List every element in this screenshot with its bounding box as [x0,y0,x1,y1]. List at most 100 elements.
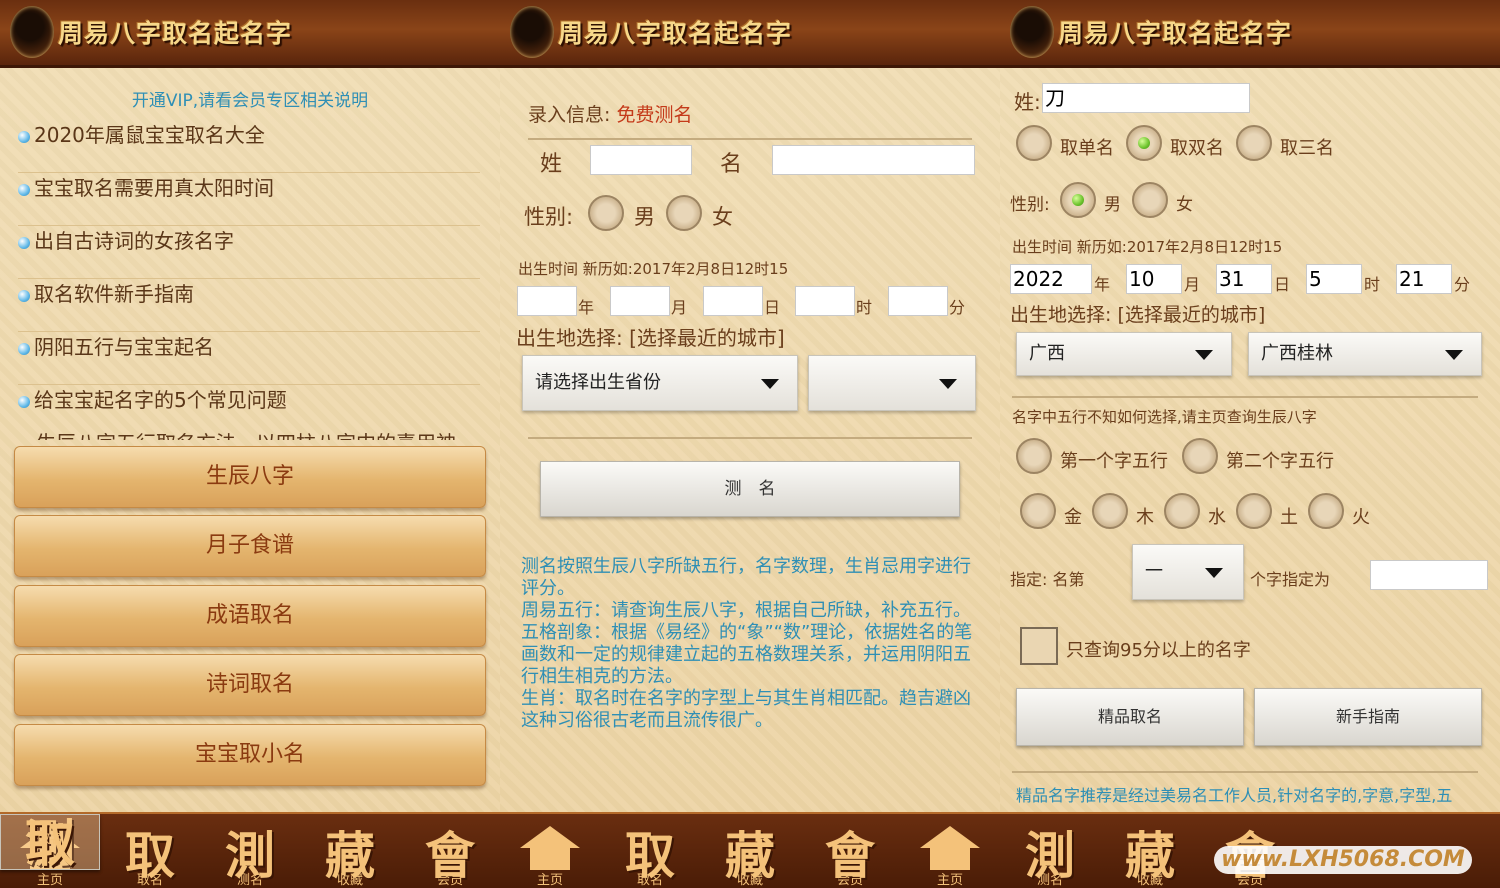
article-item[interactable]: 阴阳五行与宝宝起名 [18,332,480,385]
idiom-naming-button[interactable]: 成语取名 [14,585,486,647]
first-char-wuxing-radio[interactable] [1016,438,1052,474]
nav-test-name[interactable]: 測测名 [200,814,300,888]
birthplace-label: 出生地选择: [选择最近的城市] [1010,304,1266,326]
poem-naming-button[interactable]: 诗词取名 [14,654,486,716]
premium-footer-text: 精品名字推荐是经过美易名工作人员,针对名字的,字意,字型,五 [1016,786,1453,805]
birthplace-label: 出生地选择: [选择最近的城市] [516,326,785,350]
nav-home[interactable]: 主页 [900,814,1000,888]
article-item[interactable]: 取名软件新手指南 [18,279,480,332]
element-fire-radio[interactable] [1308,493,1344,529]
female-radio[interactable] [1132,182,1168,218]
second-char-wuxing-radio[interactable] [1182,438,1218,474]
article-item[interactable]: 宝宝取名需要用真太阳时间 [18,173,480,226]
element-wood-radio[interactable] [1092,493,1128,529]
birth-hint: 出生时间 新历如:2017年2月8日12时15 [518,260,789,278]
app-title: 周易八字取名起名字 [58,19,293,48]
element-water-radio[interactable] [1164,493,1200,529]
nav-member[interactable]: 會会员 [800,814,900,888]
month-unit: 月 [1184,275,1201,294]
dropdown-arrow-icon [1445,350,1463,360]
element-metal-radio[interactable] [1020,493,1056,529]
panel-get-name: 周易八字取名起名字 姓: 刀 取单名 取双名 取三名 性别: 男 女 出生时间 … [1000,0,1500,888]
single-name-label: 取单名 [1060,138,1114,159]
watermark: www.LXH5068.COM [1214,846,1472,874]
dragon-logo-icon [1010,6,1054,58]
assigned-char-input[interactable] [1370,560,1488,590]
panel-test-name: 周易八字取名起名字 录入信息: 免费测名 姓 名 性别: 男 女 出生时间 新历… [500,0,1000,888]
province-select[interactable]: 请选择出生省份 [522,355,798,411]
baby-nickname-button[interactable]: 宝宝取小名 [14,724,486,786]
month-unit: 月 [671,298,688,317]
bazi-button[interactable]: 生辰八字 [14,446,486,508]
divider [1012,771,1478,773]
nav-favorites[interactable]: 藏收藏 [300,814,400,888]
hour-input[interactable]: 5 [1306,264,1362,294]
bullet-icon [18,183,30,196]
premium-naming-button[interactable]: 精品取名 [1016,688,1244,746]
surname-label: 姓 [540,152,563,177]
nav-get-name-active[interactable]: 取取名 [0,814,100,871]
article-item[interactable]: 2020年属鼠宝宝取名大全 [18,120,480,173]
minute-unit: 分 [1454,275,1471,294]
dropdown-arrow-icon [1205,568,1223,578]
article-item[interactable]: 出自古诗词的女孩名字 [18,226,480,279]
year-unit: 年 [1094,275,1111,294]
male-label: 男 [634,205,655,229]
double-name-radio[interactable] [1126,125,1162,161]
description-text: 测名按照生辰八字所缺五行，名字数理，生肖忌用字进行评分。 周易五行：请查询生辰八… [521,556,973,731]
day-input[interactable] [703,286,763,316]
hour-unit: 时 [1364,275,1381,294]
article-item-partial[interactable]: 生辰八字五行取名方法，以四柱八字中的喜用神 [36,428,456,440]
triple-name-radio[interactable] [1236,125,1272,161]
element-fire-label: 火 [1352,507,1370,528]
vip-link[interactable]: 开通VIP,请看会员专区相关说明 [0,86,500,111]
assign-label: 指定: 名第 [1010,570,1085,589]
test-name-button[interactable]: 测 名 [540,461,960,517]
male-radio[interactable] [1060,182,1096,218]
nav-favorites[interactable]: 藏收藏 [700,814,800,888]
app-title: 周易八字取名起名字 [1058,19,1293,48]
nav-get-name[interactable]: 取取名 [600,814,700,888]
minute-input[interactable]: 21 [1396,264,1452,294]
only-95-label: 只查询95分以上的名字 [1066,640,1251,661]
confinement-recipes-button[interactable]: 月子食谱 [14,515,486,577]
year-input[interactable]: 2022 [1010,264,1092,294]
month-input[interactable]: 10 [1126,264,1182,294]
female-radio[interactable] [666,195,702,231]
first-char-wuxing-label: 第一个字五行 [1060,451,1168,472]
nav-get-name[interactable]: 取取名 [100,814,200,888]
month-input[interactable] [610,286,670,316]
nav-home[interactable]: 主页 [500,814,600,888]
beginner-guide-button[interactable]: 新手指南 [1254,688,1482,746]
gender-label: 性别: [1010,195,1050,215]
panel-home: 周易八字取名起名字 开通VIP,请看会员专区相关说明 2020年属鼠宝宝取名大全… [0,0,500,888]
bullet-icon [18,289,30,302]
nav-test-name[interactable]: 測测名 [1000,814,1100,888]
char-position-select[interactable]: 一 [1132,544,1244,600]
male-radio[interactable] [588,195,624,231]
element-earth-radio[interactable] [1236,493,1272,529]
minute-unit: 分 [949,298,966,317]
nav-member[interactable]: 會会员 [400,814,500,888]
hour-input[interactable] [795,286,855,316]
day-input[interactable]: 31 [1216,264,1272,294]
surname-input[interactable]: 刀 [1042,83,1250,113]
element-earth-label: 土 [1280,507,1298,528]
bullet-icon [18,342,30,355]
double-name-label: 取双名 [1170,138,1224,159]
single-name-radio[interactable] [1016,125,1052,161]
city-select[interactable]: 广西桂林 [1248,332,1482,376]
city-select[interactable] [808,355,976,411]
only-95-checkbox[interactable] [1020,627,1058,665]
minute-input[interactable] [888,286,948,316]
nav-favorites[interactable]: 藏收藏 [1100,814,1200,888]
female-label: 女 [1176,195,1193,215]
surname-label: 姓: [1014,90,1041,114]
dropdown-arrow-icon [761,379,779,389]
given-name-input[interactable] [772,145,975,175]
province-select[interactable]: 广西 [1016,332,1232,376]
dropdown-arrow-icon [1195,350,1213,360]
wuxing-hint: 名字中五行不知如何选择,请主页查询生辰八字 [1012,408,1317,426]
year-input[interactable] [517,286,577,316]
surname-input[interactable] [590,145,692,175]
